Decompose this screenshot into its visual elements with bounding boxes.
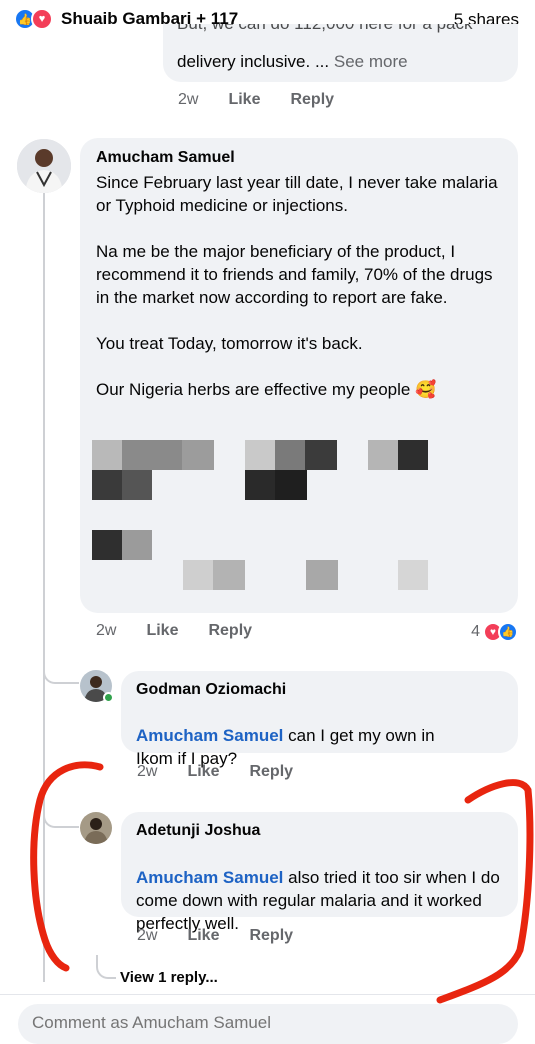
reaction-icons: 👍 ♥ [14,8,53,30]
main-comment-reply-button[interactable]: Reply [208,622,252,640]
main-comment-bubble: Amucham Samuel Since February last year … [80,138,518,613]
view-replies-link[interactable]: View 1 reply... [120,969,218,986]
reply1-author[interactable]: Godman Oziomachi [136,681,286,699]
prev-comment-actions: 2w Like Reply [178,91,334,109]
main-comment-time: 2w [96,622,117,639]
avatar[interactable] [80,812,112,844]
reply2-author[interactable]: Adetunji Joshua [136,822,260,840]
love-icon: ♥ [31,8,53,30]
reply1-like-button[interactable]: Like [187,763,219,781]
prev-comment-bubble: But, we can do 112,000 here for a pack d… [163,24,518,82]
reply1-bubble: Godman Oziomachi Amucham Samuel can I ge… [121,671,518,768]
online-status-dot [103,692,114,703]
view-replies-connector [96,955,116,979]
comment-input[interactable] [32,1013,502,1033]
prev-comment-like-button[interactable]: Like [228,91,260,109]
mention-link[interactable]: Amucham Samuel [136,726,283,745]
reply2-like-button[interactable]: Like [187,927,219,945]
reply2-time: 2w [137,927,158,944]
main-comment-actions: 2w Like Reply [96,622,252,640]
pixelated-image[interactable] [92,430,512,600]
reply-connector [43,790,79,828]
thread-line [43,192,45,982]
composer-divider [0,994,535,995]
reply1-text: Amucham Samuel can I get my own in Ikom … [136,726,435,768]
reply2-reply-button[interactable]: Reply [249,927,293,945]
mention-link[interactable]: Amucham Samuel [136,868,283,887]
reply1-reply-button[interactable]: Reply [249,763,293,781]
reaction-count: 4 [471,623,480,640]
prev-comment-text: delivery inclusive. ... See more [177,52,408,71]
prev-comment-time: 2w [178,91,199,108]
comment-input-box[interactable] [18,1004,518,1044]
prev-comment-partial-line: But, we can do 112,000 here for a pack [177,24,473,35]
reply2-text: Amucham Samuel also tried it too sir whe… [136,868,500,933]
reply-connector [43,648,79,684]
main-comment-author[interactable]: Amucham Samuel [96,149,235,167]
reply1-actions: 2w Like Reply [137,763,293,781]
avatar[interactable] [17,139,71,193]
reply2-bubble: Adetunji Joshua Amucham Samuel also trie… [121,812,518,933]
main-comment-text: Since February last year till date, I ne… [96,173,498,399]
main-comment-reactions[interactable]: 4 ♥ 👍 [471,622,518,642]
reply1-time: 2w [137,763,158,780]
like-icon: 👍 [498,622,518,642]
reply2-actions: 2w Like Reply [137,927,293,945]
see-more-link[interactable]: See more [334,52,408,71]
prev-comment-reply-button[interactable]: Reply [290,91,334,109]
main-comment-like-button[interactable]: Like [146,622,178,640]
